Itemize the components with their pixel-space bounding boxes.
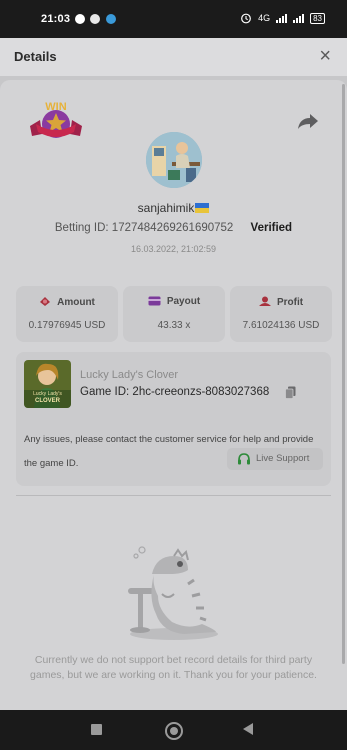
thumbnail-text-1: Lucky Lady's <box>33 391 62 397</box>
bet-date: 16.03.2022, 21:02:59 <box>130 244 217 254</box>
payout-value: 43.33 x <box>157 320 191 331</box>
close-icon[interactable]: × <box>319 45 331 68</box>
verified-badge: Verified <box>250 222 293 234</box>
battery-icon: 83 <box>310 12 325 24</box>
amount-stat: Amount 0.17976945 USD <box>16 286 118 342</box>
win-logo-icon: WIN <box>30 101 82 138</box>
page-title: Details <box>14 49 57 64</box>
profit-icon <box>258 296 271 306</box>
profit-value: 7.61024136 USD <box>242 320 320 331</box>
username: sanjahimik <box>0 201 347 215</box>
status-icons: 4G 83 <box>240 12 325 24</box>
live-support-button[interactable]: Live Support <box>227 448 323 470</box>
game-card: Lucky Lady's CLOVER Lucky Lady's Clover … <box>16 352 331 486</box>
game-id-label: Game ID: <box>80 386 130 398</box>
profit-stat: Profit 7.61024136 USD <box>230 286 332 342</box>
username-text: sanjahimik <box>137 201 195 215</box>
details-header: Details × <box>0 38 347 76</box>
recent-apps-icon[interactable] <box>91 724 102 735</box>
live-support-label: Live Support <box>256 453 310 464</box>
betting-id-label: Betting ID: <box>54 222 109 234</box>
payout-label: Payout <box>123 296 225 307</box>
signal-icon <box>276 13 288 23</box>
status-time: 21:03 <box>41 13 71 25</box>
game-name: Lucky Lady's Clover <box>80 369 179 381</box>
amount-label: Amount <box>16 296 118 308</box>
amount-icon <box>40 297 51 306</box>
copy-icon[interactable] <box>285 386 296 399</box>
avatar <box>146 132 202 188</box>
network-type: 4G <box>258 13 271 23</box>
profit-label: Profit <box>230 296 332 308</box>
home-icon[interactable] <box>165 722 183 740</box>
empty-state-message: Currently we do not support bet record d… <box>30 654 317 681</box>
back-icon[interactable] <box>243 723 253 735</box>
win-logo-text: WIN <box>45 101 66 113</box>
game-id-value: 2hc-creeonzs-8083027368 <box>132 386 270 398</box>
telegram-icon <box>106 14 116 24</box>
headset-icon <box>238 453 250 465</box>
notification-dot-icon <box>75 14 85 24</box>
amount-value: 0.17976945 USD <box>28 320 106 331</box>
scrollbar[interactable] <box>342 84 345 664</box>
game-thumbnail[interactable]: Lucky Lady's CLOVER <box>24 360 71 408</box>
thumbnail-text-2: CLOVER <box>34 398 60 404</box>
ukraine-flag-icon <box>195 203 210 213</box>
betting-id-value: 1727484269261690752 <box>111 222 234 234</box>
google-icon <box>90 14 100 24</box>
alarm-icon <box>241 13 251 24</box>
status-bar: 21:03 4G 83 <box>0 0 347 38</box>
divider <box>16 495 331 496</box>
betting-id-row: Betting ID: 1727484269261690752 Verified <box>0 222 347 234</box>
android-nav-bar <box>0 710 347 750</box>
crocodile-mascot-icon <box>128 546 218 640</box>
game-id-row: Game ID: 2hc-creeonzs-8083027368 <box>80 386 269 398</box>
share-icon[interactable] <box>297 112 319 130</box>
signal-icon-2 <box>293 13 305 23</box>
payout-stat: Payout 43.33 x <box>123 286 225 342</box>
payout-icon <box>148 296 161 306</box>
